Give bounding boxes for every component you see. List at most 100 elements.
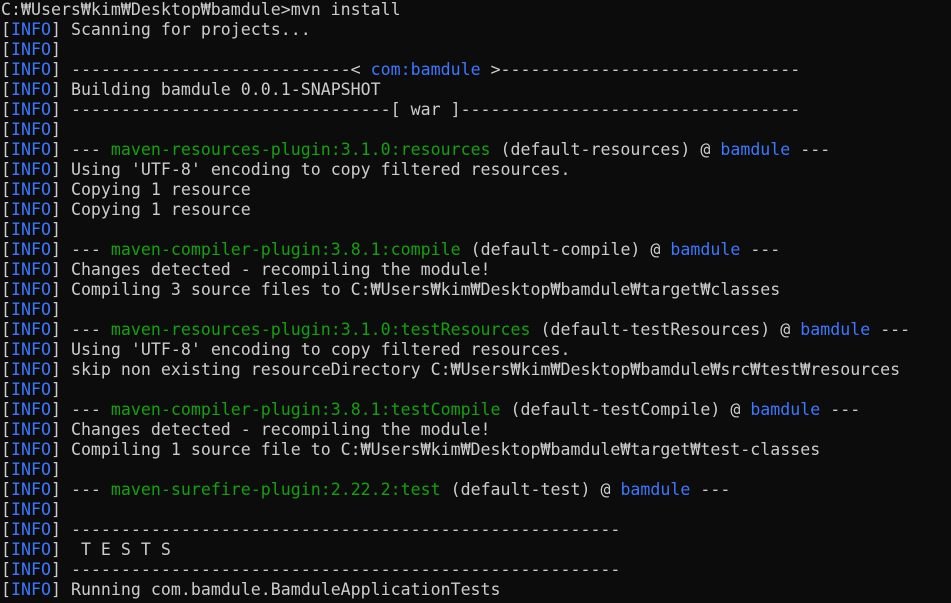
log-text: --- [690, 480, 731, 499]
log-text: >------------------------------ [480, 60, 801, 79]
plugin-goal: maven-resources-plugin:3.1.0:resources [110, 140, 491, 159]
log-level: INFO [11, 80, 51, 99]
console-line: [INFO] --------------------------------[… [1, 100, 951, 120]
plugin-goal: maven-resources-plugin:3.1.0:testResourc… [110, 320, 531, 339]
log-text: ] --------------------------------------… [50, 560, 621, 579]
log-text: [ [1, 460, 11, 479]
command-prompt-line: C:₩Users₩kim₩Desktop₩bamdule>mvn install [1, 0, 951, 20]
log-text: ] --------------------------------[ war … [50, 100, 801, 119]
console-line: [INFO] Scanning for projects... [1, 20, 951, 40]
log-text: C:₩Users₩kim₩Desktop₩bamdule>mvn install [1, 0, 401, 19]
log-text: [ [1, 240, 11, 259]
log-level: INFO [11, 540, 51, 559]
log-text: --- [870, 320, 911, 339]
log-text: ] T E S T S [50, 540, 171, 559]
log-text: [ [1, 200, 11, 219]
console-line: [INFO] [1, 40, 951, 60]
log-text: ] Running com.bamdule.BamduleApplication… [50, 580, 501, 599]
console-line: [INFO] --- maven-surefire-plugin:2.22.2:… [1, 480, 951, 500]
console-line: [INFO] --- maven-resources-plugin:3.1.0:… [1, 140, 951, 160]
terminal-window[interactable]: C:₩Users₩kim₩Desktop₩bamdule>mvn install… [0, 0, 951, 603]
log-level: INFO [11, 120, 51, 139]
log-text: [ [1, 280, 11, 299]
log-level: INFO [11, 20, 51, 39]
console-line: [INFO] Copying 1 resource [1, 200, 951, 220]
log-level: INFO [11, 220, 51, 239]
project-name: bamdule [670, 240, 741, 259]
log-text: [ [1, 40, 11, 59]
log-level: INFO [11, 280, 51, 299]
log-text: [ [1, 580, 11, 599]
project-name: bamdule [720, 140, 791, 159]
console-line: [INFO] Compiling 1 source file to C:₩Use… [1, 440, 951, 460]
log-text: ] Changes detected - recompiling the mod… [50, 420, 491, 439]
log-text: ] Compiling 3 source files to C:₩Users₩k… [50, 280, 781, 299]
log-text: [ [1, 380, 11, 399]
console-line: [INFO] [1, 300, 951, 320]
log-text: ] --- [50, 240, 111, 259]
log-text: (default-resources) @ [490, 140, 721, 159]
log-level: INFO [11, 380, 51, 399]
project-name: bamdule [800, 320, 871, 339]
log-text: --- [790, 140, 831, 159]
log-level: INFO [11, 260, 51, 279]
log-text: [ [1, 320, 11, 339]
console-line: [INFO] Compiling 3 source files to C:₩Us… [1, 280, 951, 300]
log-text: [ [1, 440, 11, 459]
console-line: [INFO] [1, 380, 951, 400]
log-text: [ [1, 400, 11, 419]
log-text: ] Scanning for projects... [50, 20, 311, 39]
console-line: [INFO] --- maven-compiler-plugin:3.8.1:t… [1, 400, 951, 420]
console-line: [INFO] [1, 120, 951, 140]
console-line: [INFO] ---------------------------------… [1, 560, 951, 580]
log-text: [ [1, 520, 11, 539]
log-text: [ [1, 340, 11, 359]
log-level: INFO [11, 480, 51, 499]
console-line: [INFO] Running com.bamdule.BamduleApplic… [1, 580, 951, 600]
log-text: (default-testCompile) @ [500, 400, 751, 419]
log-text: [ [1, 140, 11, 159]
log-level: INFO [11, 420, 51, 439]
console-line: [INFO] [1, 220, 951, 240]
log-level: INFO [11, 400, 51, 419]
project-name: bamdule [620, 480, 691, 499]
log-text: ] [50, 300, 61, 319]
log-text: ] --- [50, 400, 111, 419]
log-text: [ [1, 80, 11, 99]
log-text: --- [740, 240, 781, 259]
console-line: [INFO] [1, 460, 951, 480]
log-text: ] [50, 220, 61, 239]
plugin-goal: maven-compiler-plugin:3.8.1:testCompile [110, 400, 501, 419]
console-line: [INFO] Changes detected - recompiling th… [1, 420, 951, 440]
log-text: ] --- [50, 140, 111, 159]
log-text: [ [1, 420, 11, 439]
project-name: bamdule [750, 400, 821, 419]
log-level: INFO [11, 360, 51, 379]
log-text: ] Building bamdule 0.0.1-SNAPSHOT [50, 80, 381, 99]
log-level: INFO [11, 140, 51, 159]
console-line: [INFO] --- maven-resources-plugin:3.1.0:… [1, 320, 951, 340]
log-level: INFO [11, 560, 51, 579]
log-text: ] [50, 120, 61, 139]
log-text: ] Changes detected - recompiling the mod… [50, 260, 491, 279]
log-level: INFO [11, 320, 51, 339]
log-text: ] Using 'UTF-8' encoding to copy filtere… [50, 160, 571, 179]
console-line: [INFO] --- maven-compiler-plugin:3.8.1:c… [1, 240, 951, 260]
log-level: INFO [11, 500, 51, 519]
console-line: [INFO] T E S T S [1, 540, 951, 560]
log-text: ] --- [50, 480, 111, 499]
log-text: ] [50, 40, 61, 59]
log-text: [ [1, 540, 11, 559]
log-text: ] [50, 460, 61, 479]
log-text: [ [1, 20, 11, 39]
log-level: INFO [11, 100, 51, 119]
log-text: ] [50, 380, 61, 399]
log-text: (default-test) @ [440, 480, 621, 499]
log-text: [ [1, 60, 11, 79]
log-text: ] skip non existing resourceDirectory C:… [50, 360, 901, 379]
log-text: [ [1, 180, 11, 199]
log-text: [ [1, 220, 11, 239]
log-level: INFO [11, 300, 51, 319]
log-text: [ [1, 500, 11, 519]
console-line: [INFO] skip non existing resourceDirecto… [1, 360, 951, 380]
